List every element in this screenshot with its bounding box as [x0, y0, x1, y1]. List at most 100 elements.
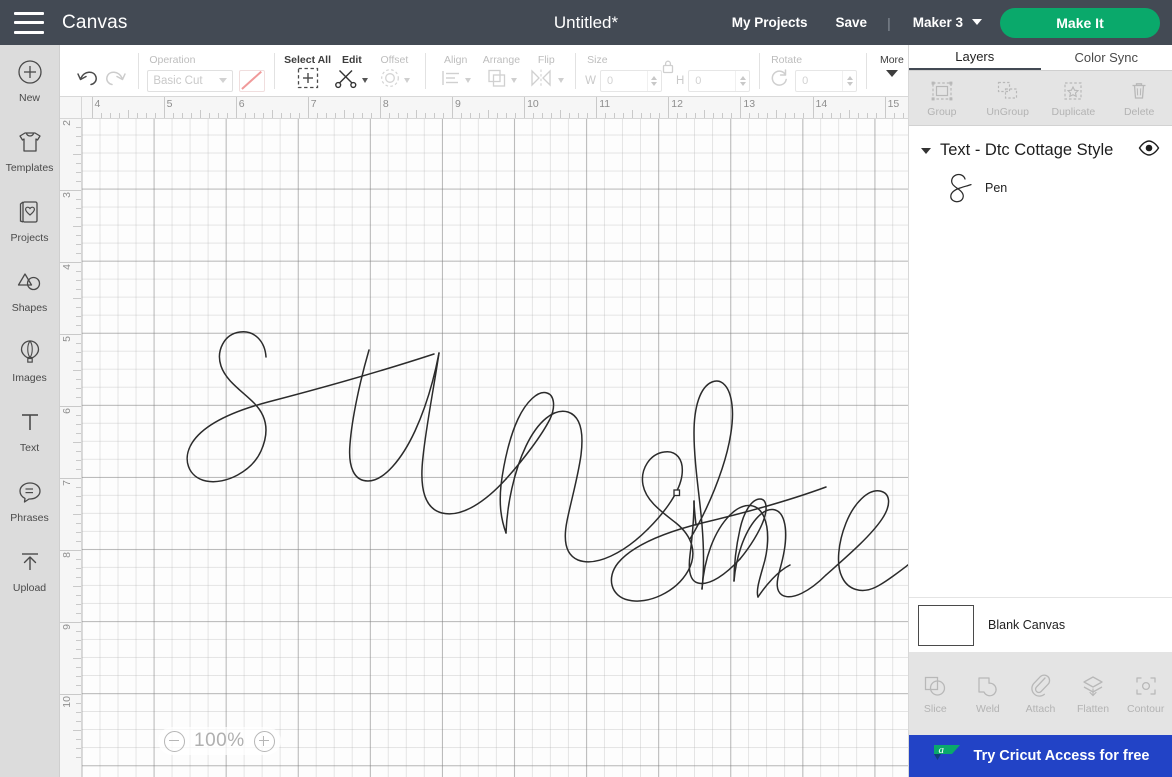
- group-button[interactable]: Group: [909, 71, 975, 125]
- ruler-minor-tick: [280, 113, 282, 118]
- undo-button[interactable]: [74, 45, 101, 97]
- attach-button[interactable]: Attach: [1014, 673, 1067, 715]
- ruler-minor-tick: [76, 396, 81, 398]
- ruler-minor-tick: [515, 113, 517, 118]
- chevron-down-icon[interactable]: [465, 78, 472, 83]
- tshirt-icon: [17, 127, 43, 157]
- blank-canvas-row[interactable]: Blank Canvas: [909, 597, 1172, 652]
- ruler-minor-tick: [226, 113, 228, 118]
- canvas-area[interactable]: 4 5 6 7 8 9 10 11 12 13 14 15 2 3 4 5 6 7 8 9 10: [60, 97, 908, 777]
- ruler-minor-tick: [749, 113, 751, 118]
- operation-value: Basic Cut: [153, 74, 203, 87]
- chevron-down-icon[interactable]: [557, 78, 564, 83]
- eye-icon[interactable]: [1138, 140, 1160, 161]
- blank-canvas-swatch[interactable]: [918, 604, 974, 646]
- slice-button[interactable]: Slice: [909, 673, 962, 715]
- height-stepper[interactable]: [735, 70, 749, 91]
- sidebar-item-images[interactable]: Images: [0, 337, 60, 407]
- select-all-button[interactable]: Select All: [284, 45, 331, 97]
- tab-layers[interactable]: Layers: [909, 45, 1041, 70]
- ruler-minor-tick: [76, 541, 81, 543]
- my-projects-link[interactable]: My Projects: [718, 15, 822, 30]
- operation-color-swatch[interactable]: [239, 69, 266, 92]
- flatten-button[interactable]: Flatten: [1067, 673, 1120, 715]
- flip-button[interactable]: Flip: [526, 45, 566, 97]
- ruler-minor-tick: [181, 113, 183, 118]
- minus-circle-icon[interactable]: [164, 730, 185, 752]
- ruler-label: 5: [61, 335, 73, 342]
- ruler-label: 7: [61, 480, 73, 486]
- ruler-minor-tick: [587, 113, 589, 118]
- chevron-down-icon[interactable]: [403, 78, 410, 83]
- ruler-label: 9: [455, 98, 461, 110]
- tab-color-sync[interactable]: Color Sync: [1041, 45, 1172, 70]
- sidebar-item-templates[interactable]: Templates: [0, 127, 60, 197]
- offset-label: Offset: [380, 54, 409, 66]
- layer-group-header[interactable]: Text - Dtc Cottage Style: [909, 126, 1172, 165]
- ruler-minor-tick: [154, 113, 156, 118]
- sidebar-item-label: Templates: [5, 162, 54, 174]
- more-button[interactable]: More: [876, 45, 908, 97]
- layer-name: Pen: [985, 181, 1008, 195]
- sidebar-item-phrases[interactable]: Phrases: [0, 477, 60, 547]
- ruler-minor-tick: [76, 432, 81, 434]
- chevron-down-icon[interactable]: [510, 78, 517, 83]
- contour-button[interactable]: Contour: [1119, 673, 1172, 715]
- duplicate-button[interactable]: Duplicate: [1041, 71, 1107, 125]
- ungroup-button[interactable]: UnGroup: [975, 71, 1041, 125]
- align-button[interactable]: Align: [435, 45, 477, 97]
- make-it-button[interactable]: Make It: [1000, 7, 1160, 38]
- machine-selector[interactable]: Maker 3: [897, 15, 982, 30]
- ruler-label: 8: [61, 552, 73, 558]
- width-input[interactable]: 0: [599, 69, 662, 92]
- ruler-minor-tick: [722, 113, 724, 118]
- hamburger-icon[interactable]: [14, 11, 44, 34]
- chevron-down-icon[interactable]: [362, 78, 369, 83]
- ruler-minor-tick: [76, 676, 81, 678]
- weld-button[interactable]: Weld: [962, 673, 1015, 715]
- sidebar-item-shapes[interactable]: Shapes: [0, 267, 60, 337]
- ruler-minor-tick: [433, 113, 435, 118]
- bottom-tools-bar: Slice Weld Attach Flatten Contour: [909, 652, 1172, 735]
- offset-button[interactable]: Offset: [373, 45, 416, 97]
- sidebar-item-text[interactable]: Text: [0, 407, 60, 477]
- height-input[interactable]: 0: [688, 69, 751, 92]
- ruler-minor-tick: [848, 110, 850, 118]
- arrange-button[interactable]: Arrange: [477, 45, 527, 97]
- cricut-access-promo-banner[interactable]: a Try Cricut Access for free: [909, 735, 1172, 777]
- chevron-down-icon: [219, 78, 228, 83]
- save-button[interactable]: Save: [822, 15, 882, 30]
- edit-scissors-icon: [335, 67, 359, 94]
- ruler-minor-tick: [767, 113, 769, 118]
- rotate-input[interactable]: 0: [795, 69, 858, 92]
- sidebar-item-upload[interactable]: Upload: [0, 547, 60, 617]
- ruler-minor-tick: [76, 640, 81, 642]
- ruler-minor-tick: [76, 243, 81, 245]
- delete-button[interactable]: Delete: [1106, 71, 1172, 125]
- script-glyph-icon: [939, 169, 979, 207]
- weld-label: Weld: [976, 702, 1000, 715]
- ruler-minor-tick: [73, 297, 81, 299]
- ruler-minor-tick: [244, 113, 246, 118]
- rotate-stepper[interactable]: [842, 70, 856, 91]
- ruler-minor-tick: [109, 113, 111, 118]
- ruler-minor-tick: [776, 110, 778, 118]
- triangle-down-icon[interactable]: [921, 147, 931, 154]
- ruler-minor-tick: [343, 110, 345, 118]
- layer-row-pen[interactable]: Pen: [909, 165, 1172, 207]
- toolbar-divider: [425, 53, 426, 89]
- ruler-minor-tick: [76, 270, 81, 272]
- ruler-minor-tick: [461, 113, 462, 118]
- ruler-minor-tick: [262, 113, 264, 118]
- shapes-icon: [16, 267, 44, 297]
- operation-dropdown[interactable]: Basic Cut: [147, 69, 234, 92]
- vertical-ruler: 2 3 4 5 6 7 8 9 10: [60, 119, 82, 777]
- redo-button[interactable]: [101, 45, 128, 97]
- sidebar-item-projects[interactable]: Projects: [0, 197, 60, 267]
- sidebar-item-new[interactable]: New: [0, 57, 60, 127]
- promo-label: Try Cricut Access for free: [973, 748, 1150, 764]
- flatten-label: Flatten: [1077, 702, 1110, 715]
- lock-icon[interactable]: [660, 59, 676, 79]
- plus-circle-icon[interactable]: [253, 730, 275, 752]
- edit-button[interactable]: Edit: [331, 45, 373, 97]
